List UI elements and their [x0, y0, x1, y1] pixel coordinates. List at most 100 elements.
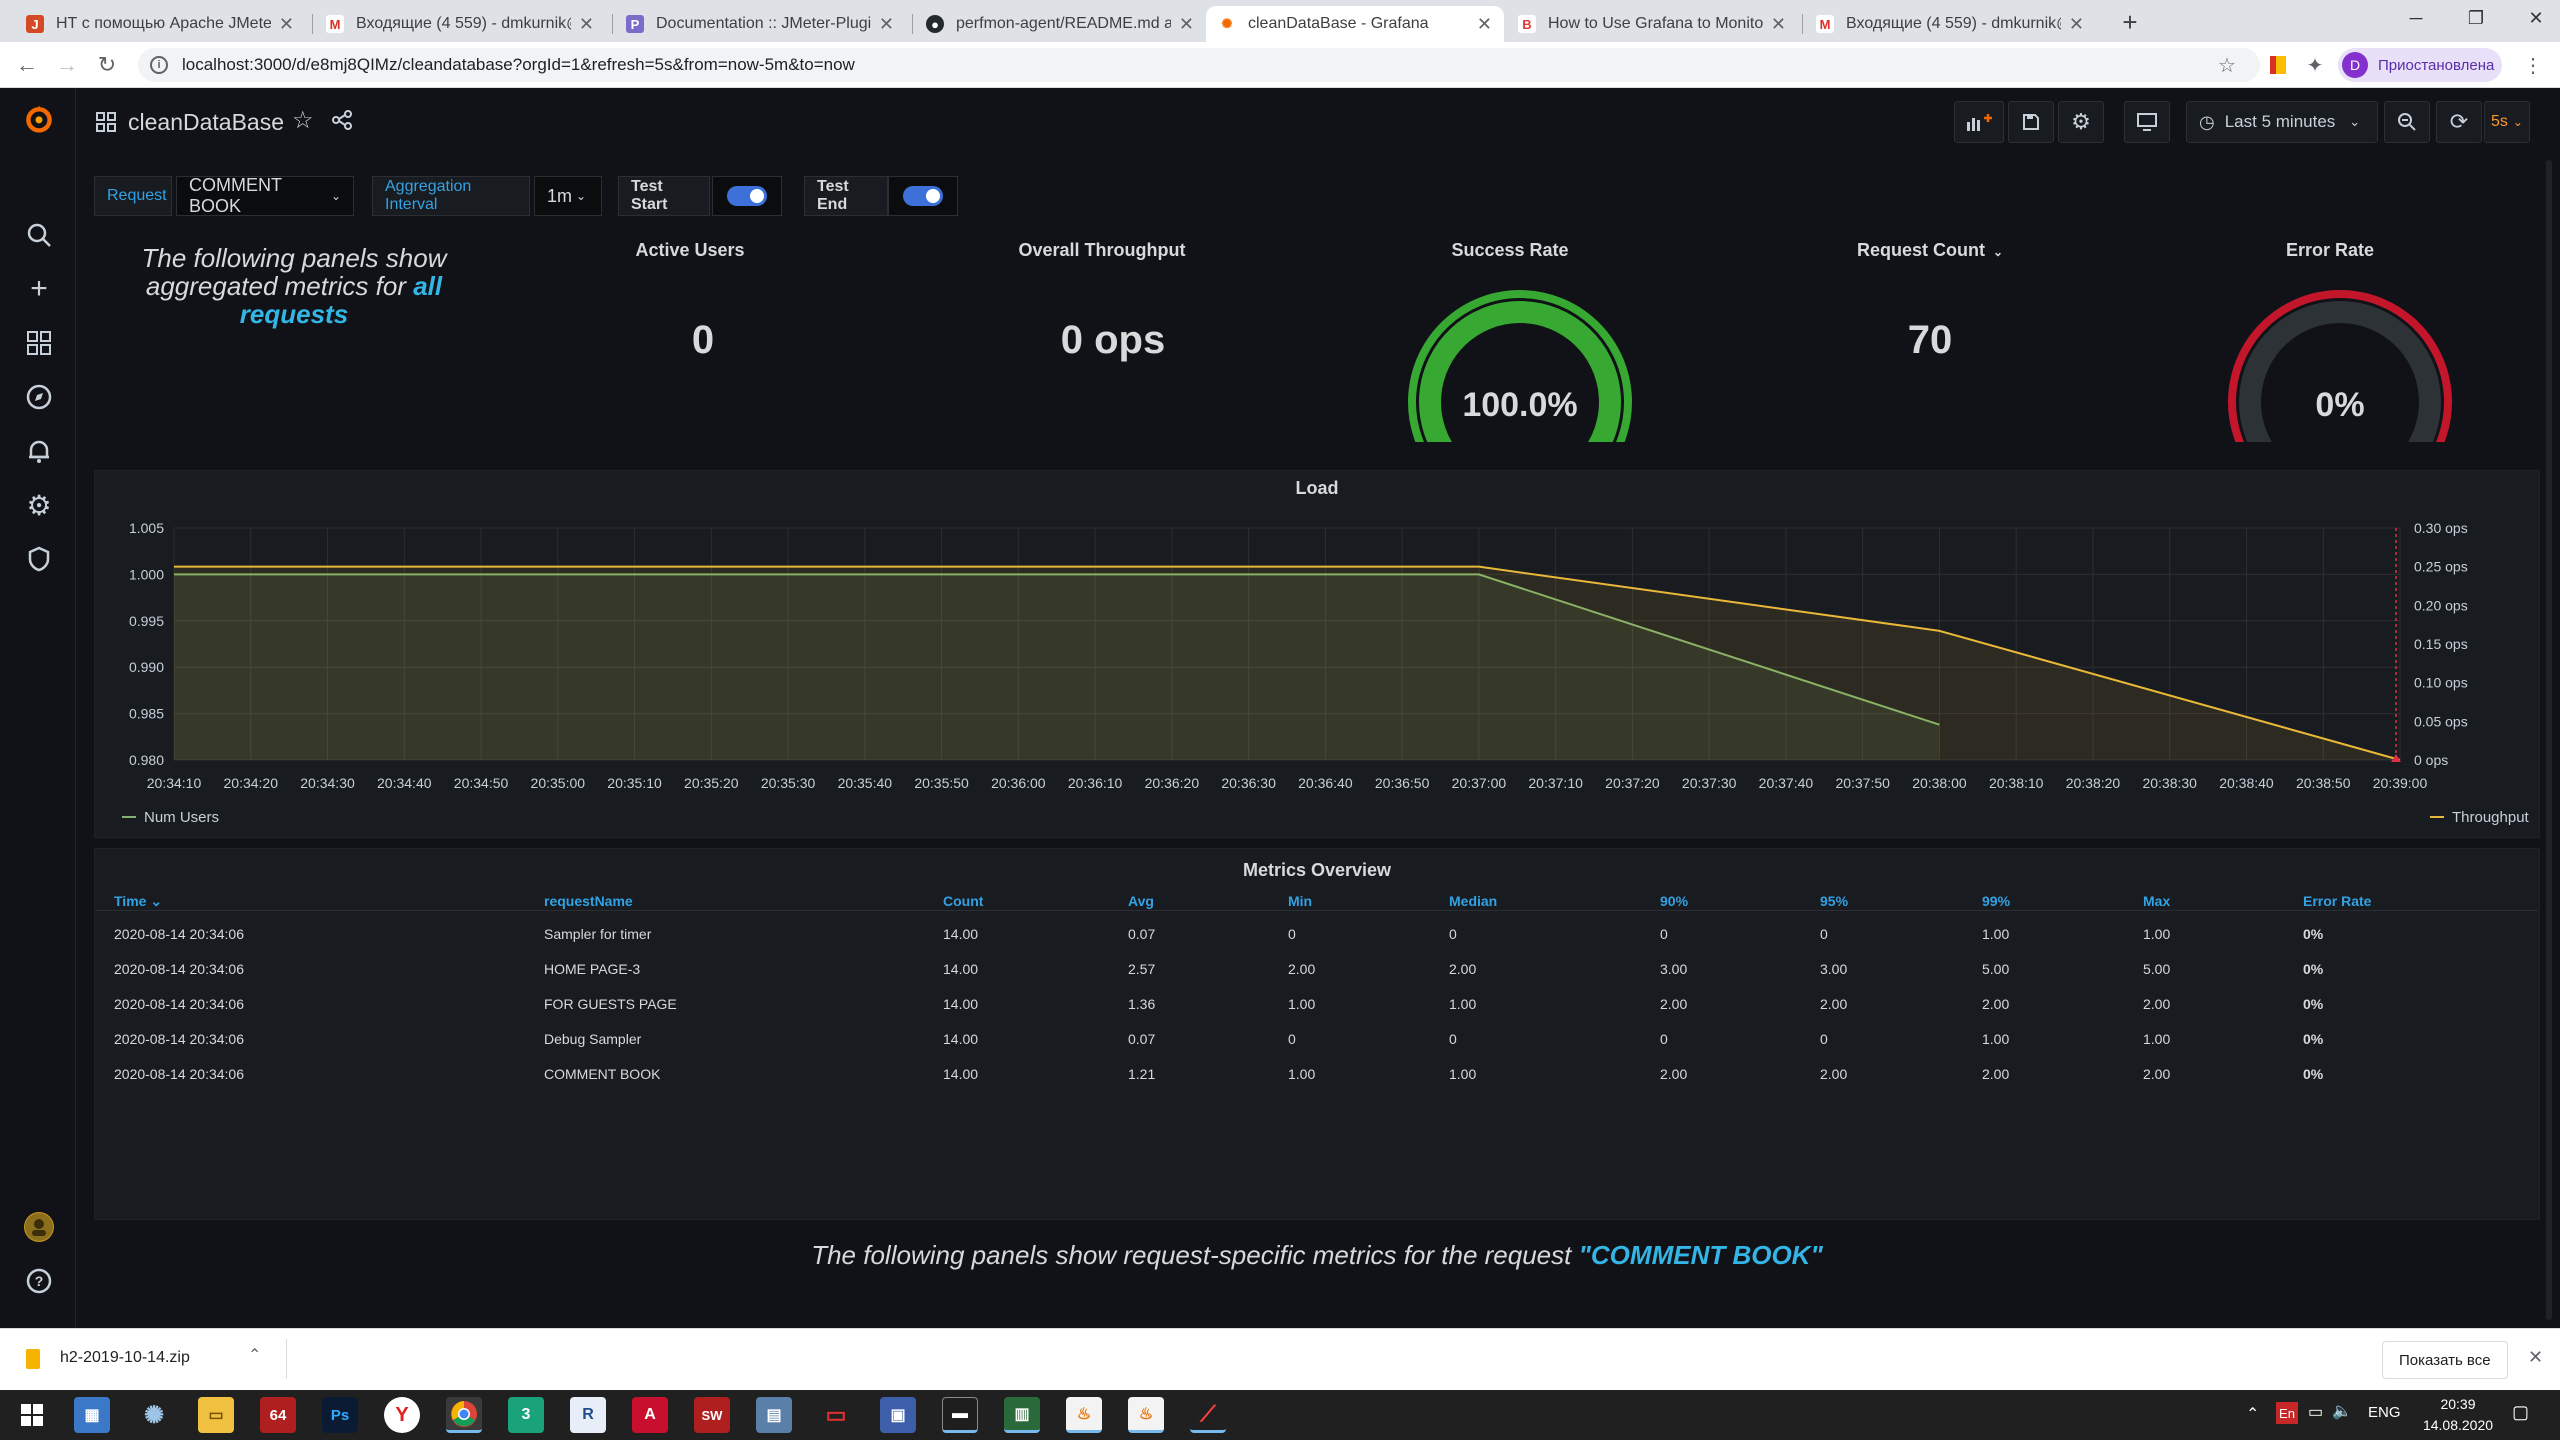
- test-end-toggle[interactable]: [888, 176, 958, 216]
- close-tab-icon[interactable]: ✕: [1477, 14, 1492, 35]
- extension-bookmark-icon[interactable]: [2270, 56, 2286, 74]
- browser-tab[interactable]: P Documentation :: JMeter-Plugins ✕: [614, 6, 906, 42]
- extensions-puzzle-icon[interactable]: ✦: [2300, 50, 2330, 80]
- add-panel-icon[interactable]: [1954, 101, 2004, 143]
- app-sheet-icon[interactable]: ▥: [1004, 1397, 1040, 1433]
- save-dashboard-icon[interactable]: [2008, 101, 2054, 143]
- table-header[interactable]: 99%: [1982, 893, 2010, 909]
- close-tab-icon[interactable]: ✕: [279, 14, 294, 35]
- acrobat-app-icon[interactable]: A: [632, 1397, 668, 1433]
- grafana-logo-icon[interactable]: [24, 104, 54, 134]
- browser-tab-active[interactable]: ✺ cleanDataBase - Grafana ✕: [1206, 6, 1504, 42]
- app-sw-icon[interactable]: SW: [694, 1397, 730, 1433]
- explore-compass-icon[interactable]: [24, 382, 54, 412]
- notifications-icon[interactable]: ▢: [2512, 1402, 2529, 1423]
- forward-icon[interactable]: →: [52, 50, 82, 80]
- windows-start-icon[interactable]: [14, 1397, 50, 1433]
- close-tab-icon[interactable]: ✕: [2069, 14, 2084, 35]
- browser-tab[interactable]: M Входящие (4 559) - dmkurnik@g ✕: [314, 6, 606, 42]
- bookmark-star-icon[interactable]: ☆: [2212, 50, 2242, 80]
- refresh-interval-picker[interactable]: 5s ⌄: [2484, 101, 2530, 143]
- profile-button[interactable]: D Приостановлена: [2338, 48, 2502, 82]
- close-tab-icon[interactable]: ✕: [579, 14, 594, 35]
- table-header[interactable]: Max: [2143, 893, 2170, 909]
- table-row[interactable]: [96, 1060, 2538, 1094]
- dashboard-title[interactable]: cleanDataBase: [128, 109, 284, 136]
- calculator-app-icon[interactable]: ▦: [74, 1397, 110, 1433]
- close-tab-icon[interactable]: ✕: [1771, 14, 1786, 35]
- search-icon[interactable]: [24, 220, 54, 250]
- table-header[interactable]: Avg: [1128, 893, 1154, 909]
- input-language-en-icon[interactable]: En: [2276, 1402, 2298, 1424]
- address-bar[interactable]: i localhost:3000/d/e8mj8QIMz/cleandataba…: [138, 48, 2260, 82]
- volume-icon[interactable]: 🔈: [2332, 1401, 2352, 1421]
- table-header[interactable]: Count: [943, 893, 983, 909]
- browser-menu-icon[interactable]: ⋮: [2518, 50, 2548, 80]
- yandex-browser-icon[interactable]: Y: [384, 1397, 420, 1433]
- jmeter-app-icon[interactable]: ⟋: [1190, 1397, 1226, 1433]
- language-indicator[interactable]: ENG: [2368, 1404, 2401, 1421]
- java-app-icon-2[interactable]: ♨: [1128, 1397, 1164, 1433]
- test-start-toggle[interactable]: [712, 176, 782, 216]
- app-3-icon[interactable]: 3: [508, 1397, 544, 1433]
- java-app-icon[interactable]: ♨: [1066, 1397, 1102, 1433]
- close-download-bar-icon[interactable]: ✕: [2528, 1347, 2543, 1368]
- alerting-bell-icon[interactable]: [24, 436, 54, 466]
- app-network-icon[interactable]: ▣: [880, 1397, 916, 1433]
- table-row[interactable]: [96, 955, 2538, 989]
- create-plus-icon[interactable]: +: [24, 272, 54, 305]
- photoshop-app-icon[interactable]: Ps: [322, 1397, 358, 1433]
- tray-overflow-icon[interactable]: ⌃: [2246, 1404, 2259, 1424]
- table-row[interactable]: [96, 1025, 2538, 1059]
- server-admin-shield-icon[interactable]: [24, 544, 54, 574]
- table-header[interactable]: Error Rate: [2303, 893, 2371, 909]
- refresh-icon[interactable]: ⟳: [2436, 101, 2482, 143]
- browser-tab[interactable]: M Входящие (4 559) - dmkurnik@g ✕: [1804, 6, 2096, 42]
- help-icon[interactable]: ?: [24, 1266, 54, 1296]
- terminal-app-icon[interactable]: ▬: [942, 1397, 978, 1433]
- app-r-icon[interactable]: R: [570, 1397, 606, 1433]
- download-options-chevron-icon[interactable]: ⌃: [248, 1345, 261, 1365]
- user-avatar[interactable]: [24, 1212, 54, 1242]
- app-table-icon[interactable]: ▤: [756, 1397, 792, 1433]
- table-header[interactable]: 95%: [1820, 893, 1848, 909]
- aggregation-interval-select[interactable]: 1m ⌄: [534, 176, 602, 216]
- configuration-gear-icon[interactable]: ⚙: [24, 490, 54, 521]
- app-tv-icon[interactable]: ▭: [818, 1397, 854, 1433]
- table-row[interactable]: [96, 920, 2538, 954]
- cycle-view-mode-icon[interactable]: [2124, 101, 2170, 143]
- page-scrollbar[interactable]: [2546, 160, 2552, 1320]
- maximize-window-icon[interactable]: ❐: [2446, 0, 2506, 36]
- share-icon[interactable]: [332, 110, 352, 135]
- table-header[interactable]: requestName: [544, 893, 633, 909]
- browser-tab[interactable]: J НТ с помощью Apache JMeter: J ✕: [14, 6, 306, 42]
- table-header[interactable]: Min: [1288, 893, 1312, 909]
- close-tab-icon[interactable]: ✕: [1179, 14, 1194, 35]
- chrome-app-icon[interactable]: [446, 1397, 482, 1433]
- taskbar-clock[interactable]: 20:39 14.08.2020: [2418, 1394, 2498, 1436]
- close-window-icon[interactable]: ✕: [2506, 0, 2560, 36]
- zoom-out-icon[interactable]: [2384, 101, 2430, 143]
- settings-app-icon[interactable]: ✺: [136, 1397, 172, 1433]
- time-picker[interactable]: ◷ Last 5 minutes ⌄: [2186, 101, 2378, 143]
- back-icon[interactable]: ←: [12, 50, 42, 80]
- table-header[interactable]: 90%: [1660, 893, 1688, 909]
- dashboard-settings-icon[interactable]: ⚙: [2058, 101, 2104, 143]
- table-header[interactable]: Time ⌄: [114, 893, 162, 910]
- download-filename[interactable]: h2-2019-10-14.zip: [60, 1349, 190, 1367]
- network-icon[interactable]: ▭: [2308, 1402, 2323, 1422]
- site-info-icon[interactable]: i: [150, 56, 168, 74]
- reload-icon[interactable]: ↻: [92, 50, 122, 80]
- request-count-title[interactable]: Request Count ⌄: [1800, 240, 2060, 261]
- browser-tab[interactable]: ● perfmon-agent/README.md at m ✕: [914, 6, 1206, 42]
- request-variable-select[interactable]: COMMENT BOOK ⌄: [176, 175, 354, 216]
- show-all-downloads-button[interactable]: Показать все: [2382, 1341, 2508, 1379]
- table-header[interactable]: Median: [1449, 893, 1497, 909]
- star-dashboard-icon[interactable]: ☆: [292, 106, 314, 135]
- minimize-window-icon[interactable]: ─: [2386, 0, 2446, 36]
- aida64-app-icon[interactable]: 64: [260, 1397, 296, 1433]
- close-tab-icon[interactable]: ✕: [879, 14, 894, 35]
- file-explorer-icon[interactable]: ▭: [198, 1397, 234, 1433]
- new-tab-icon[interactable]: +: [2114, 6, 2146, 38]
- browser-tab[interactable]: B How to Use Grafana to Monitor J ✕: [1506, 6, 1798, 42]
